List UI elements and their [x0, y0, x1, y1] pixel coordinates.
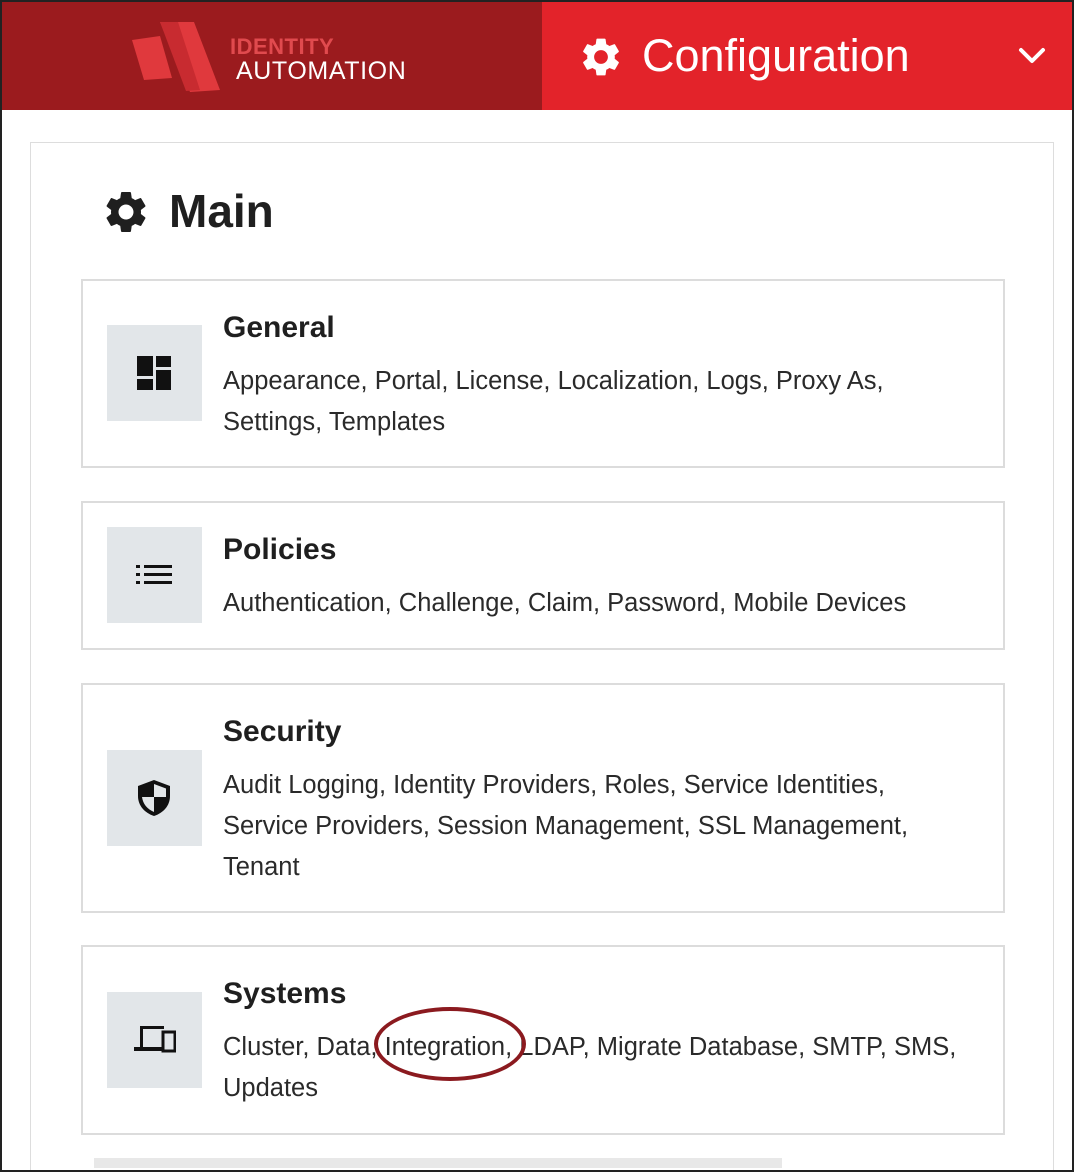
card-systems[interactable]: Systems Cluster, Data, Integration, LDAP… — [81, 945, 1005, 1135]
link-password[interactable]: Password — [607, 589, 719, 617]
link-appearance[interactable]: Appearance — [223, 367, 361, 395]
link-claim[interactable]: Claim — [528, 589, 593, 617]
card-icon-tile — [107, 992, 202, 1088]
app-window: IDENTITY AUTOMATION Configuration Main G… — [0, 0, 1074, 1172]
card-title: Systems — [223, 977, 347, 1010]
card-security[interactable]: Security Audit Logging, Identity Provide… — [81, 683, 1005, 913]
link-localization[interactable]: Localization — [558, 367, 693, 395]
link-audit-logging[interactable]: Audit Logging — [223, 771, 379, 799]
link-data[interactable]: Data — [317, 1033, 371, 1061]
link-logs[interactable]: Logs — [706, 367, 761, 395]
main-title: Main — [169, 185, 274, 237]
link-cluster[interactable]: Cluster — [223, 1033, 302, 1061]
link-service-providers[interactable]: Service Providers — [223, 812, 423, 840]
link-authentication[interactable]: Authentication — [223, 589, 385, 617]
link-templates[interactable]: Templates — [329, 408, 445, 436]
header-bar: IDENTITY AUTOMATION Configuration — [2, 2, 1072, 110]
shield-icon — [138, 780, 170, 816]
card-title: General — [223, 311, 335, 344]
list-icon — [136, 565, 172, 584]
link-service-identities[interactable]: Service Identities — [684, 771, 878, 799]
card-icon-tile — [107, 325, 202, 421]
chevron-down-icon[interactable] — [1016, 44, 1048, 68]
card-title: Security — [223, 715, 342, 748]
link-challenge[interactable]: Challenge — [399, 589, 514, 617]
link-session-management[interactable]: Session Management — [437, 812, 684, 840]
horizontal-scrollbar[interactable] — [94, 1158, 782, 1168]
brand-name-line2: AUTOMATION — [236, 57, 407, 85]
link-identity-providers[interactable]: Identity Providers — [393, 771, 590, 799]
link-settings[interactable]: Settings — [223, 408, 315, 436]
card-links: Cluster, Data, Integration, LDAP, Migrat… — [223, 1033, 957, 1102]
card-general[interactable]: General Appearance, Portal, License, Loc… — [81, 279, 1005, 468]
link-proxy-as[interactable]: Proxy As — [776, 367, 877, 395]
brand-area[interactable]: IDENTITY AUTOMATION — [2, 2, 542, 110]
gear-icon — [106, 192, 146, 232]
card-icon-tile — [107, 527, 202, 623]
link-ldap[interactable]: LDAP — [519, 1033, 582, 1061]
card-policies[interactable]: Policies Authentication, Challenge, Clai… — [81, 501, 1005, 650]
link-license[interactable]: License — [456, 367, 544, 395]
page-section-title: Configuration — [642, 30, 910, 81]
devices-icon — [134, 1026, 176, 1053]
link-roles[interactable]: Roles — [604, 771, 669, 799]
card-links: Appearance, Portal, License, Localizatio… — [223, 367, 884, 436]
gear-icon — [583, 38, 619, 76]
identity-automation-logo-mark — [132, 22, 220, 92]
link-tenant[interactable]: Tenant — [223, 853, 300, 881]
link-ssl-management[interactable]: SSL Management — [698, 812, 901, 840]
link-portal[interactable]: Portal — [375, 367, 442, 395]
configuration-menu[interactable]: Configuration — [542, 2, 1072, 110]
main-panel: Main General Appearance, Portal, License… — [30, 142, 1054, 1170]
link-integration[interactable]: Integration — [385, 1033, 506, 1061]
card-icon-tile — [107, 750, 202, 846]
brand-name-line1: IDENTITY — [230, 34, 335, 59]
link-updates[interactable]: Updates — [223, 1074, 318, 1102]
card-links: Authentication, Challenge, Claim, Passwo… — [223, 589, 907, 617]
card-title: Policies — [223, 533, 337, 566]
card-links: Audit Logging, Identity Providers, Roles… — [223, 771, 909, 881]
link-sms[interactable]: SMS — [894, 1033, 949, 1061]
link-smtp[interactable]: SMTP — [812, 1033, 880, 1061]
link-mobile-devices[interactable]: Mobile Devices — [733, 589, 906, 617]
link-migrate-database[interactable]: Migrate Database — [597, 1033, 798, 1061]
dashboard-icon — [137, 356, 171, 390]
